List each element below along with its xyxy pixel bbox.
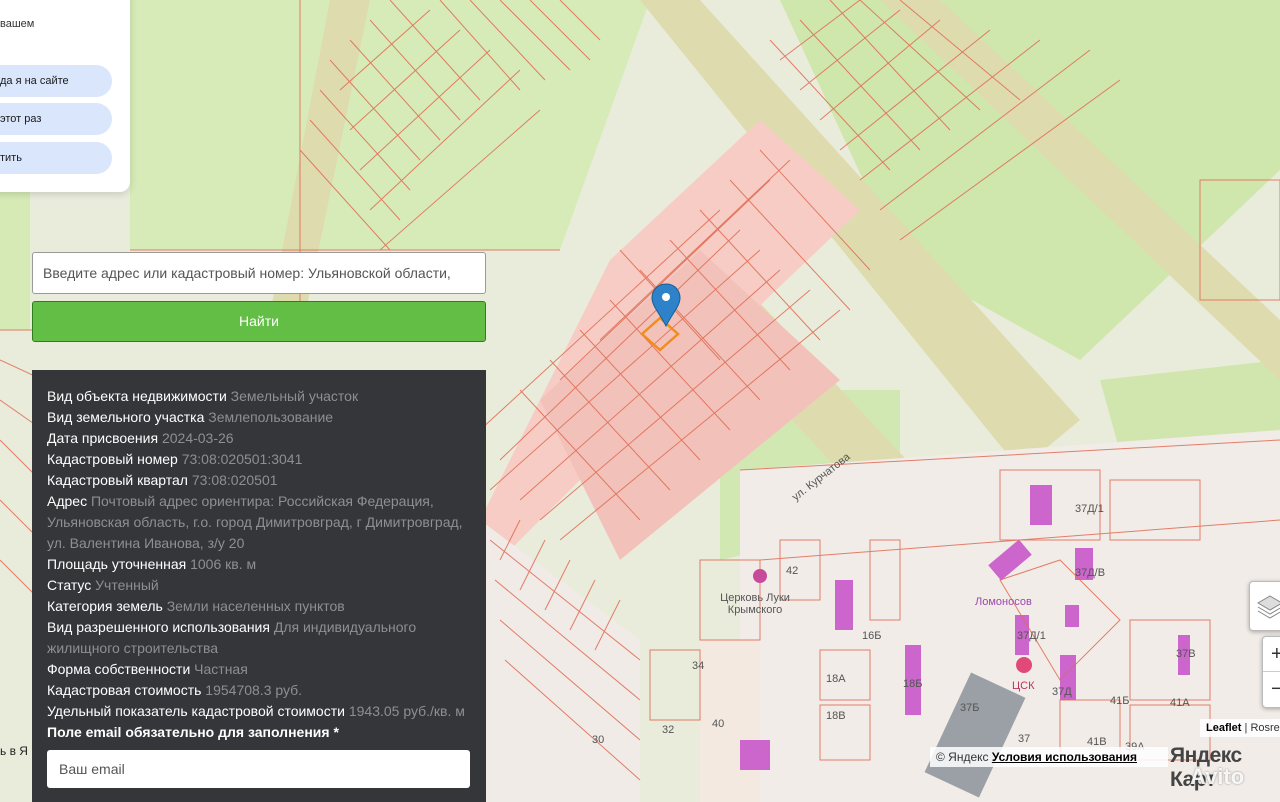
parcel-info-panel: Вид объекта недвижимости Земельный участ… — [32, 370, 486, 802]
info-row: Дата присвоения 2024-03-26 — [47, 428, 471, 449]
chat-message: вашем — [0, 18, 35, 30]
chat-widget: вашем да я на сайте этот раз тить — [0, 0, 130, 192]
info-row: Кадастровый номер 73:08:020501:3041 — [47, 449, 471, 470]
house-number: 34 — [692, 660, 705, 672]
avito-watermark: Avito — [1190, 764, 1245, 789]
info-row: Вид разрешенного использования Для индив… — [47, 617, 471, 659]
house-number: 18А — [826, 673, 846, 685]
address-search-input[interactable] — [32, 252, 486, 294]
info-row: Кадастровая стоимость 1954708.3 руб. — [47, 680, 471, 701]
email-field[interactable] — [47, 750, 470, 788]
info-key: Площадь уточненная — [47, 556, 187, 572]
layers-button[interactable] — [1249, 581, 1280, 631]
chat-option[interactable]: да я на сайте — [0, 65, 112, 97]
info-key: Адрес — [47, 493, 88, 509]
info-key: Форма собственности — [47, 661, 191, 677]
info-value: 1006 кв. м — [190, 556, 257, 572]
info-value: 2024-03-26 — [161, 430, 234, 446]
map-label-cut: ь в Я — [0, 744, 28, 758]
info-row: Статус Учтенный — [47, 575, 471, 596]
info-key: Кадастровый номер — [47, 451, 178, 467]
info-key: Дата присвоения — [47, 430, 159, 446]
info-value: 1943.05 руб./кв. м — [348, 703, 465, 719]
info-value: Почтовый адрес ориентира: Российская Фед… — [47, 493, 463, 551]
house-number: 37В — [1176, 648, 1196, 660]
zoom-in-button[interactable]: + — [1263, 637, 1280, 672]
house-number: 37Д/1 — [1017, 630, 1046, 642]
csk-label: ЦСК — [1012, 680, 1035, 692]
info-row: Форма собственности Частная — [47, 659, 471, 680]
email-label: Поле email обязательно для заполнения * — [47, 724, 339, 740]
info-value: Земли населенных пунктов — [166, 598, 345, 614]
info-key: Категория земель — [47, 598, 163, 614]
house-number: 37Б — [960, 702, 980, 714]
info-row: Вид земельного участка Землепользование — [47, 407, 471, 428]
zoom-out-button[interactable]: − — [1263, 672, 1280, 706]
lomonosov-label: Ломоносов — [975, 596, 1032, 608]
info-key: Вид земельного участка — [47, 409, 205, 425]
info-key: Удельный показатель кадастровой стоимост… — [47, 703, 345, 719]
church-label: Церковь Луки Крымского — [720, 592, 790, 616]
info-row: Категория земель Земли населенных пункто… — [47, 596, 471, 617]
attribution: Leaflet | Rosre — [1200, 719, 1280, 737]
chat-option[interactable]: этот раз — [0, 103, 112, 135]
info-row: Вид объекта недвижимости Земельный участ… — [47, 386, 471, 407]
layers-icon — [1257, 595, 1280, 619]
info-row: Адрес Почтовый адрес ориентира: Российск… — [47, 491, 471, 554]
info-value: Учтенный — [95, 577, 159, 593]
leaflet-link[interactable]: Leaflet — [1206, 722, 1241, 734]
info-row: Кадастровый квартал 73:08:020501 — [47, 470, 471, 491]
attribution-rest: | Rosre — [1244, 722, 1280, 734]
info-value: 73:08:020501 — [191, 472, 278, 488]
yandex-terms-link[interactable]: Условия использования — [992, 750, 1137, 764]
house-number: 37Д/В — [1075, 567, 1106, 579]
info-key: Статус — [47, 577, 92, 593]
house-number: 41А — [1170, 697, 1190, 709]
house-number: 42 — [786, 565, 799, 577]
yandex-copyright: © Яндекс — [936, 750, 989, 764]
zoom-control: + − — [1262, 636, 1280, 708]
house-number: 18Б — [903, 678, 923, 690]
house-number: 37 — [1018, 733, 1031, 745]
info-value: Землепользование — [208, 409, 334, 425]
house-number: 37Д/1 — [1075, 503, 1104, 515]
house-number: 30 — [592, 734, 605, 746]
info-key: Вид разрешенного использования — [47, 619, 270, 635]
chat-option[interactable]: тить — [0, 142, 112, 174]
info-value: Земельный участок — [230, 388, 359, 404]
info-key: Кадастровая стоимость — [47, 682, 202, 698]
house-number: 40 — [712, 718, 725, 730]
find-button[interactable]: Найти — [32, 301, 486, 342]
house-number: 37Д — [1052, 686, 1072, 698]
info-key: Кадастровый квартал — [47, 472, 188, 488]
info-value: 73:08:020501:3041 — [181, 451, 303, 467]
yandex-attribution: © Яндекс Условия использования — [930, 747, 1168, 767]
info-value: 1954708.3 руб. — [205, 682, 303, 698]
house-number: 18В — [826, 710, 846, 722]
info-key: Вид объекта недвижимости — [47, 388, 227, 404]
house-number: 16Б — [862, 630, 882, 642]
house-number: 32 — [662, 724, 675, 736]
info-value: Частная — [194, 661, 248, 677]
house-number: 41Б — [1110, 695, 1130, 707]
info-row: Площадь уточненная 1006 кв. м — [47, 554, 471, 575]
info-row: Удельный показатель кадастровой стоимост… — [47, 701, 471, 722]
